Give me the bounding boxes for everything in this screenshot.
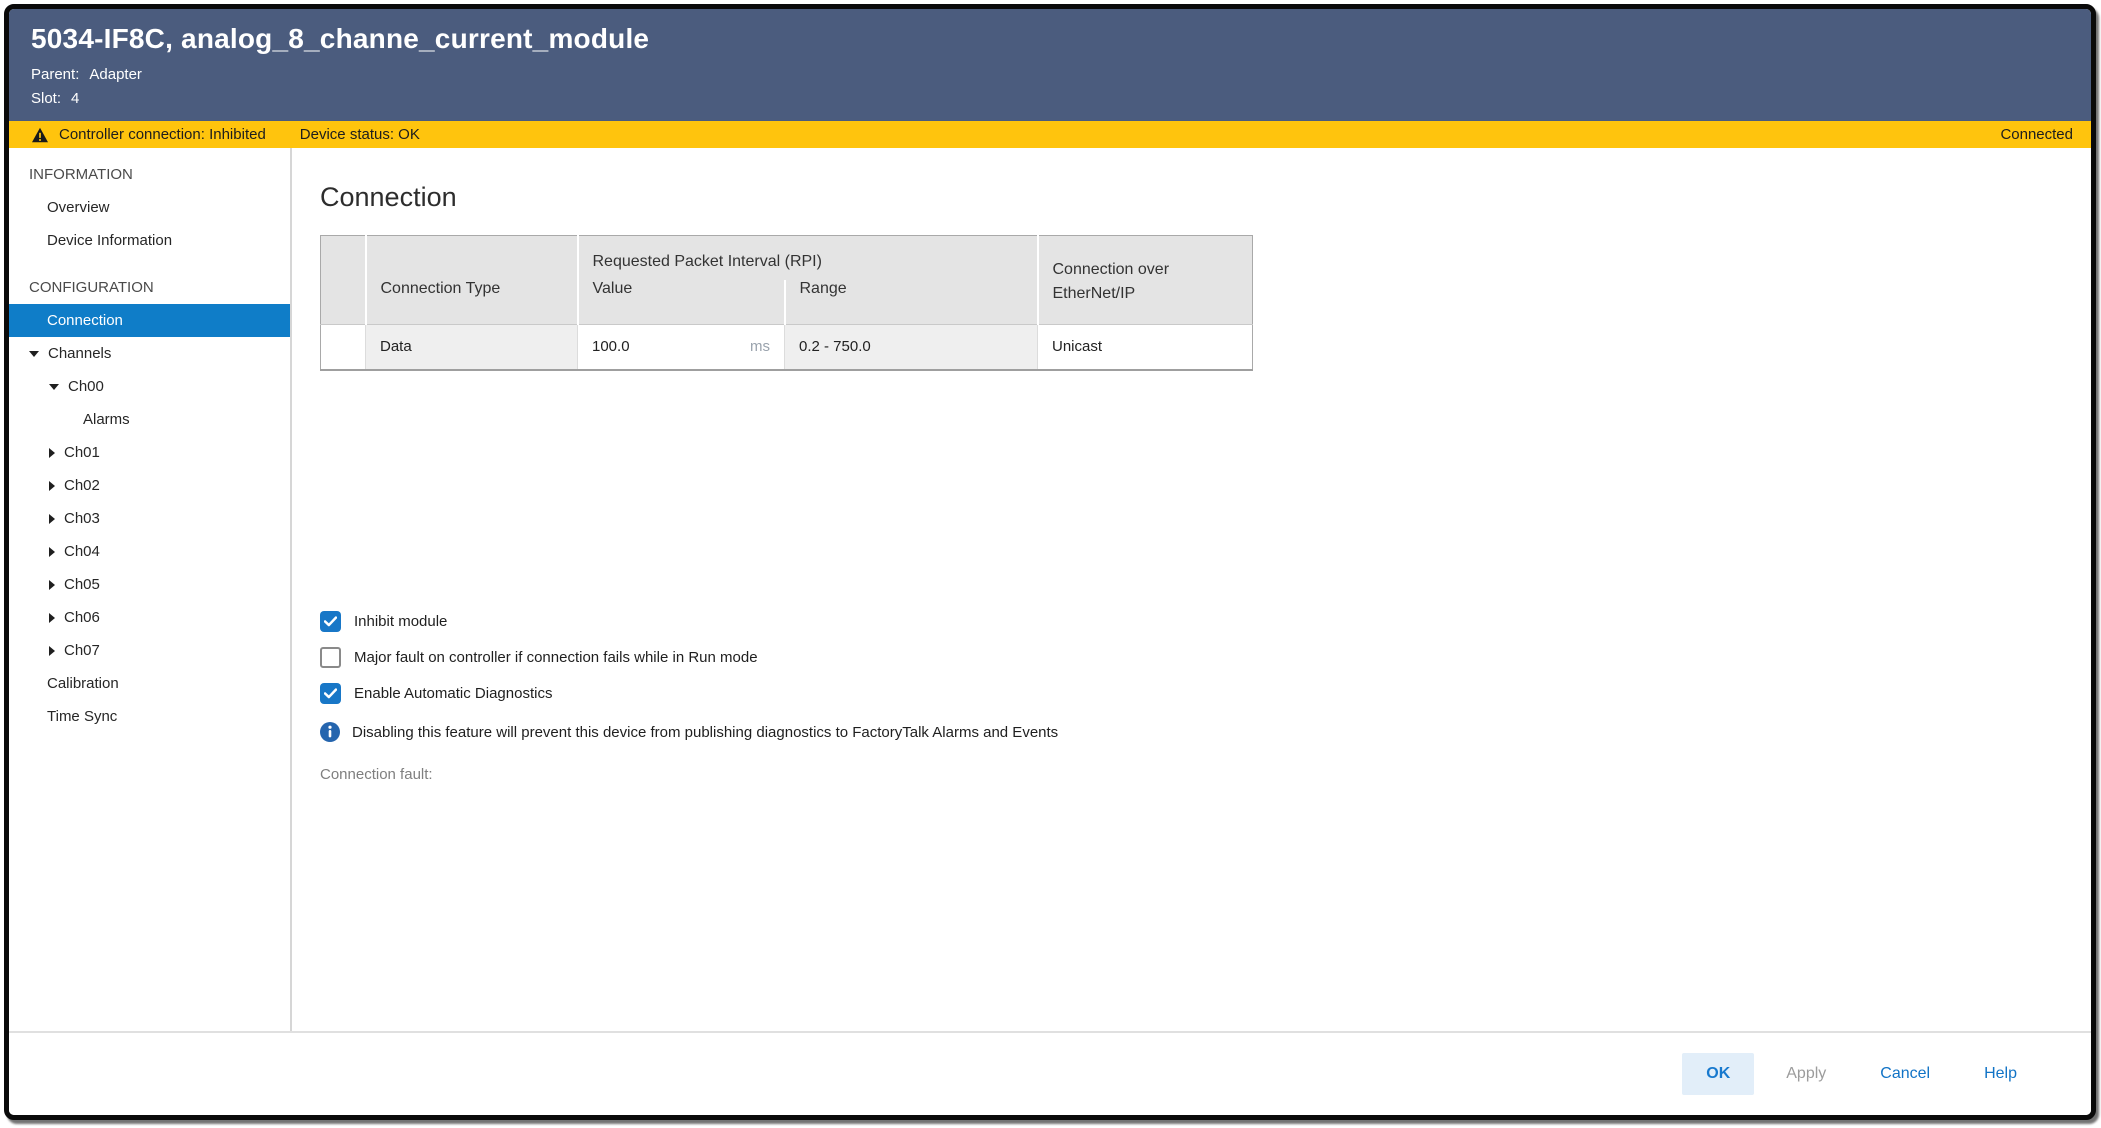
rpi-unit: ms — [750, 338, 770, 355]
rpi-value-cell[interactable]: 100.0 ms — [578, 324, 785, 370]
panel-heading: Connection — [320, 182, 2091, 213]
chevron-right-icon[interactable] — [49, 646, 55, 656]
slot-row: Slot: 4 — [31, 87, 2067, 111]
slot-value: 4 — [71, 87, 79, 111]
sidebar-item-ch02[interactable]: Ch02 — [9, 469, 290, 502]
sidebar-item-ch00-alarms[interactable]: Alarms — [9, 403, 290, 436]
sidebar-item-calibration[interactable]: Calibration — [9, 667, 290, 700]
sidebar-item-label: Ch00 — [68, 378, 104, 395]
sidebar-item-ch01[interactable]: Ch01 — [9, 436, 290, 469]
screenshot-frame: 5034-IF8C, analog_8_channe_current_modul… — [0, 0, 2101, 1128]
diagnostics-info-row: Disabling this feature will prevent this… — [320, 722, 2091, 742]
sidebar-item-label: Ch05 — [64, 576, 100, 593]
row-selector-cell[interactable] — [321, 324, 366, 370]
table-row: Data 100.0 ms 0.2 - 750.0 Unicast — [321, 324, 1253, 370]
sidebar-item-ch05[interactable]: Ch05 — [9, 568, 290, 601]
column-header-value: Value — [578, 280, 785, 325]
chevron-right-icon[interactable] — [49, 580, 55, 590]
connection-panel: Connection Connection Type Requested Pac… — [292, 148, 2091, 1031]
inhibit-module-row: Inhibit module — [320, 611, 2091, 632]
chevron-down-icon[interactable] — [29, 351, 39, 357]
sidebar-item-label: Ch02 — [64, 477, 100, 494]
chevron-right-icon[interactable] — [49, 481, 55, 491]
sidebar-item-overview[interactable]: Overview — [9, 191, 290, 224]
chevron-right-icon[interactable] — [49, 514, 55, 524]
chevron-down-icon[interactable] — [49, 384, 59, 390]
parent-label: Parent: — [31, 63, 79, 87]
chevron-right-icon[interactable] — [49, 448, 55, 458]
chevron-right-icon[interactable] — [49, 547, 55, 557]
apply-button[interactable]: Apply — [1776, 1053, 1836, 1095]
sidebar-item-label: Ch06 — [64, 609, 100, 626]
major-fault-label: Major fault on controller if connection … — [354, 649, 758, 666]
sidebar-item-label: Ch03 — [64, 510, 100, 527]
chevron-right-icon[interactable] — [49, 613, 55, 623]
automatic-diagnostics-row: Enable Automatic Diagnostics — [320, 683, 2091, 704]
rpi-range-cell: 0.2 - 750.0 — [785, 324, 1038, 370]
sidebar-nav: INFORMATION Overview Device Information … — [9, 148, 292, 1031]
connection-over-ethernet-ip-cell[interactable]: Unicast — [1038, 324, 1253, 370]
module-properties-window: 5034-IF8C, analog_8_channe_current_modul… — [4, 4, 2096, 1120]
sidebar-section-information: INFORMATION — [9, 158, 290, 191]
sidebar-item-connection[interactable]: Connection — [9, 304, 290, 337]
sidebar-item-ch00[interactable]: Ch00 — [9, 370, 290, 403]
sidebar-item-time-sync[interactable]: Time Sync — [9, 700, 290, 733]
connection-state-badge: Connected — [2000, 126, 2073, 143]
row-selector-header — [321, 236, 366, 325]
device-status: Device status: OK — [300, 126, 420, 143]
connection-options: Inhibit module Major fault on controller… — [320, 611, 2091, 783]
inhibit-module-checkbox[interactable] — [320, 611, 341, 632]
body: INFORMATION Overview Device Information … — [9, 148, 2091, 1031]
sidebar-spacer — [9, 257, 290, 271]
controller-connection-status: Controller connection: Inhibited — [59, 126, 266, 143]
rpi-table: Connection Type Requested Packet Interva… — [320, 235, 1253, 371]
column-header-connection-over-ethernet-ip: Connection over EtherNet/IP — [1038, 236, 1253, 325]
sidebar-item-device-information[interactable]: Device Information — [9, 224, 290, 257]
column-header-connection-type: Connection Type — [366, 236, 578, 325]
connection-type-cell: Data — [366, 324, 578, 370]
title-bar: 5034-IF8C, analog_8_channe_current_modul… — [9, 9, 2091, 121]
parent-value: Adapter — [89, 63, 142, 87]
inhibit-module-label: Inhibit module — [354, 613, 447, 630]
cancel-button[interactable]: Cancel — [1870, 1053, 1940, 1095]
column-group-header-rpi: Requested Packet Interval (RPI) — [578, 236, 1038, 280]
connection-fault-label: Connection fault: — [320, 766, 2091, 783]
help-button[interactable]: Help — [1974, 1053, 2027, 1095]
sidebar-item-label: Ch07 — [64, 642, 100, 659]
sidebar-item-ch07[interactable]: Ch07 — [9, 634, 290, 667]
ok-button[interactable]: OK — [1682, 1053, 1754, 1095]
page-title: 5034-IF8C, analog_8_channe_current_modul… — [31, 23, 2067, 55]
diagnostics-info-text: Disabling this feature will prevent this… — [352, 724, 1058, 741]
rpi-value[interactable]: 100.0 — [592, 338, 630, 355]
sidebar-section-configuration: CONFIGURATION — [9, 271, 290, 304]
major-fault-row: Major fault on controller if connection … — [320, 647, 2091, 668]
major-fault-checkbox[interactable] — [320, 647, 341, 668]
footer-button-bar: OK Apply Cancel Help — [9, 1031, 2091, 1115]
warning-icon — [31, 127, 49, 143]
automatic-diagnostics-checkbox[interactable] — [320, 683, 341, 704]
sidebar-item-label: Channels — [48, 345, 111, 362]
slot-label: Slot: — [31, 87, 61, 111]
info-icon — [320, 722, 340, 742]
sidebar-item-ch04[interactable]: Ch04 — [9, 535, 290, 568]
sidebar-item-channels[interactable]: Channels — [9, 337, 290, 370]
status-bar: Controller connection: Inhibited Device … — [9, 121, 2091, 148]
sidebar-item-ch06[interactable]: Ch06 — [9, 601, 290, 634]
sidebar-item-ch03[interactable]: Ch03 — [9, 502, 290, 535]
sidebar-item-label: Ch04 — [64, 543, 100, 560]
sidebar-item-label: Ch01 — [64, 444, 100, 461]
column-header-range: Range — [785, 280, 1038, 325]
automatic-diagnostics-label: Enable Automatic Diagnostics — [354, 685, 552, 702]
parent-row: Parent: Adapter — [31, 63, 2067, 87]
